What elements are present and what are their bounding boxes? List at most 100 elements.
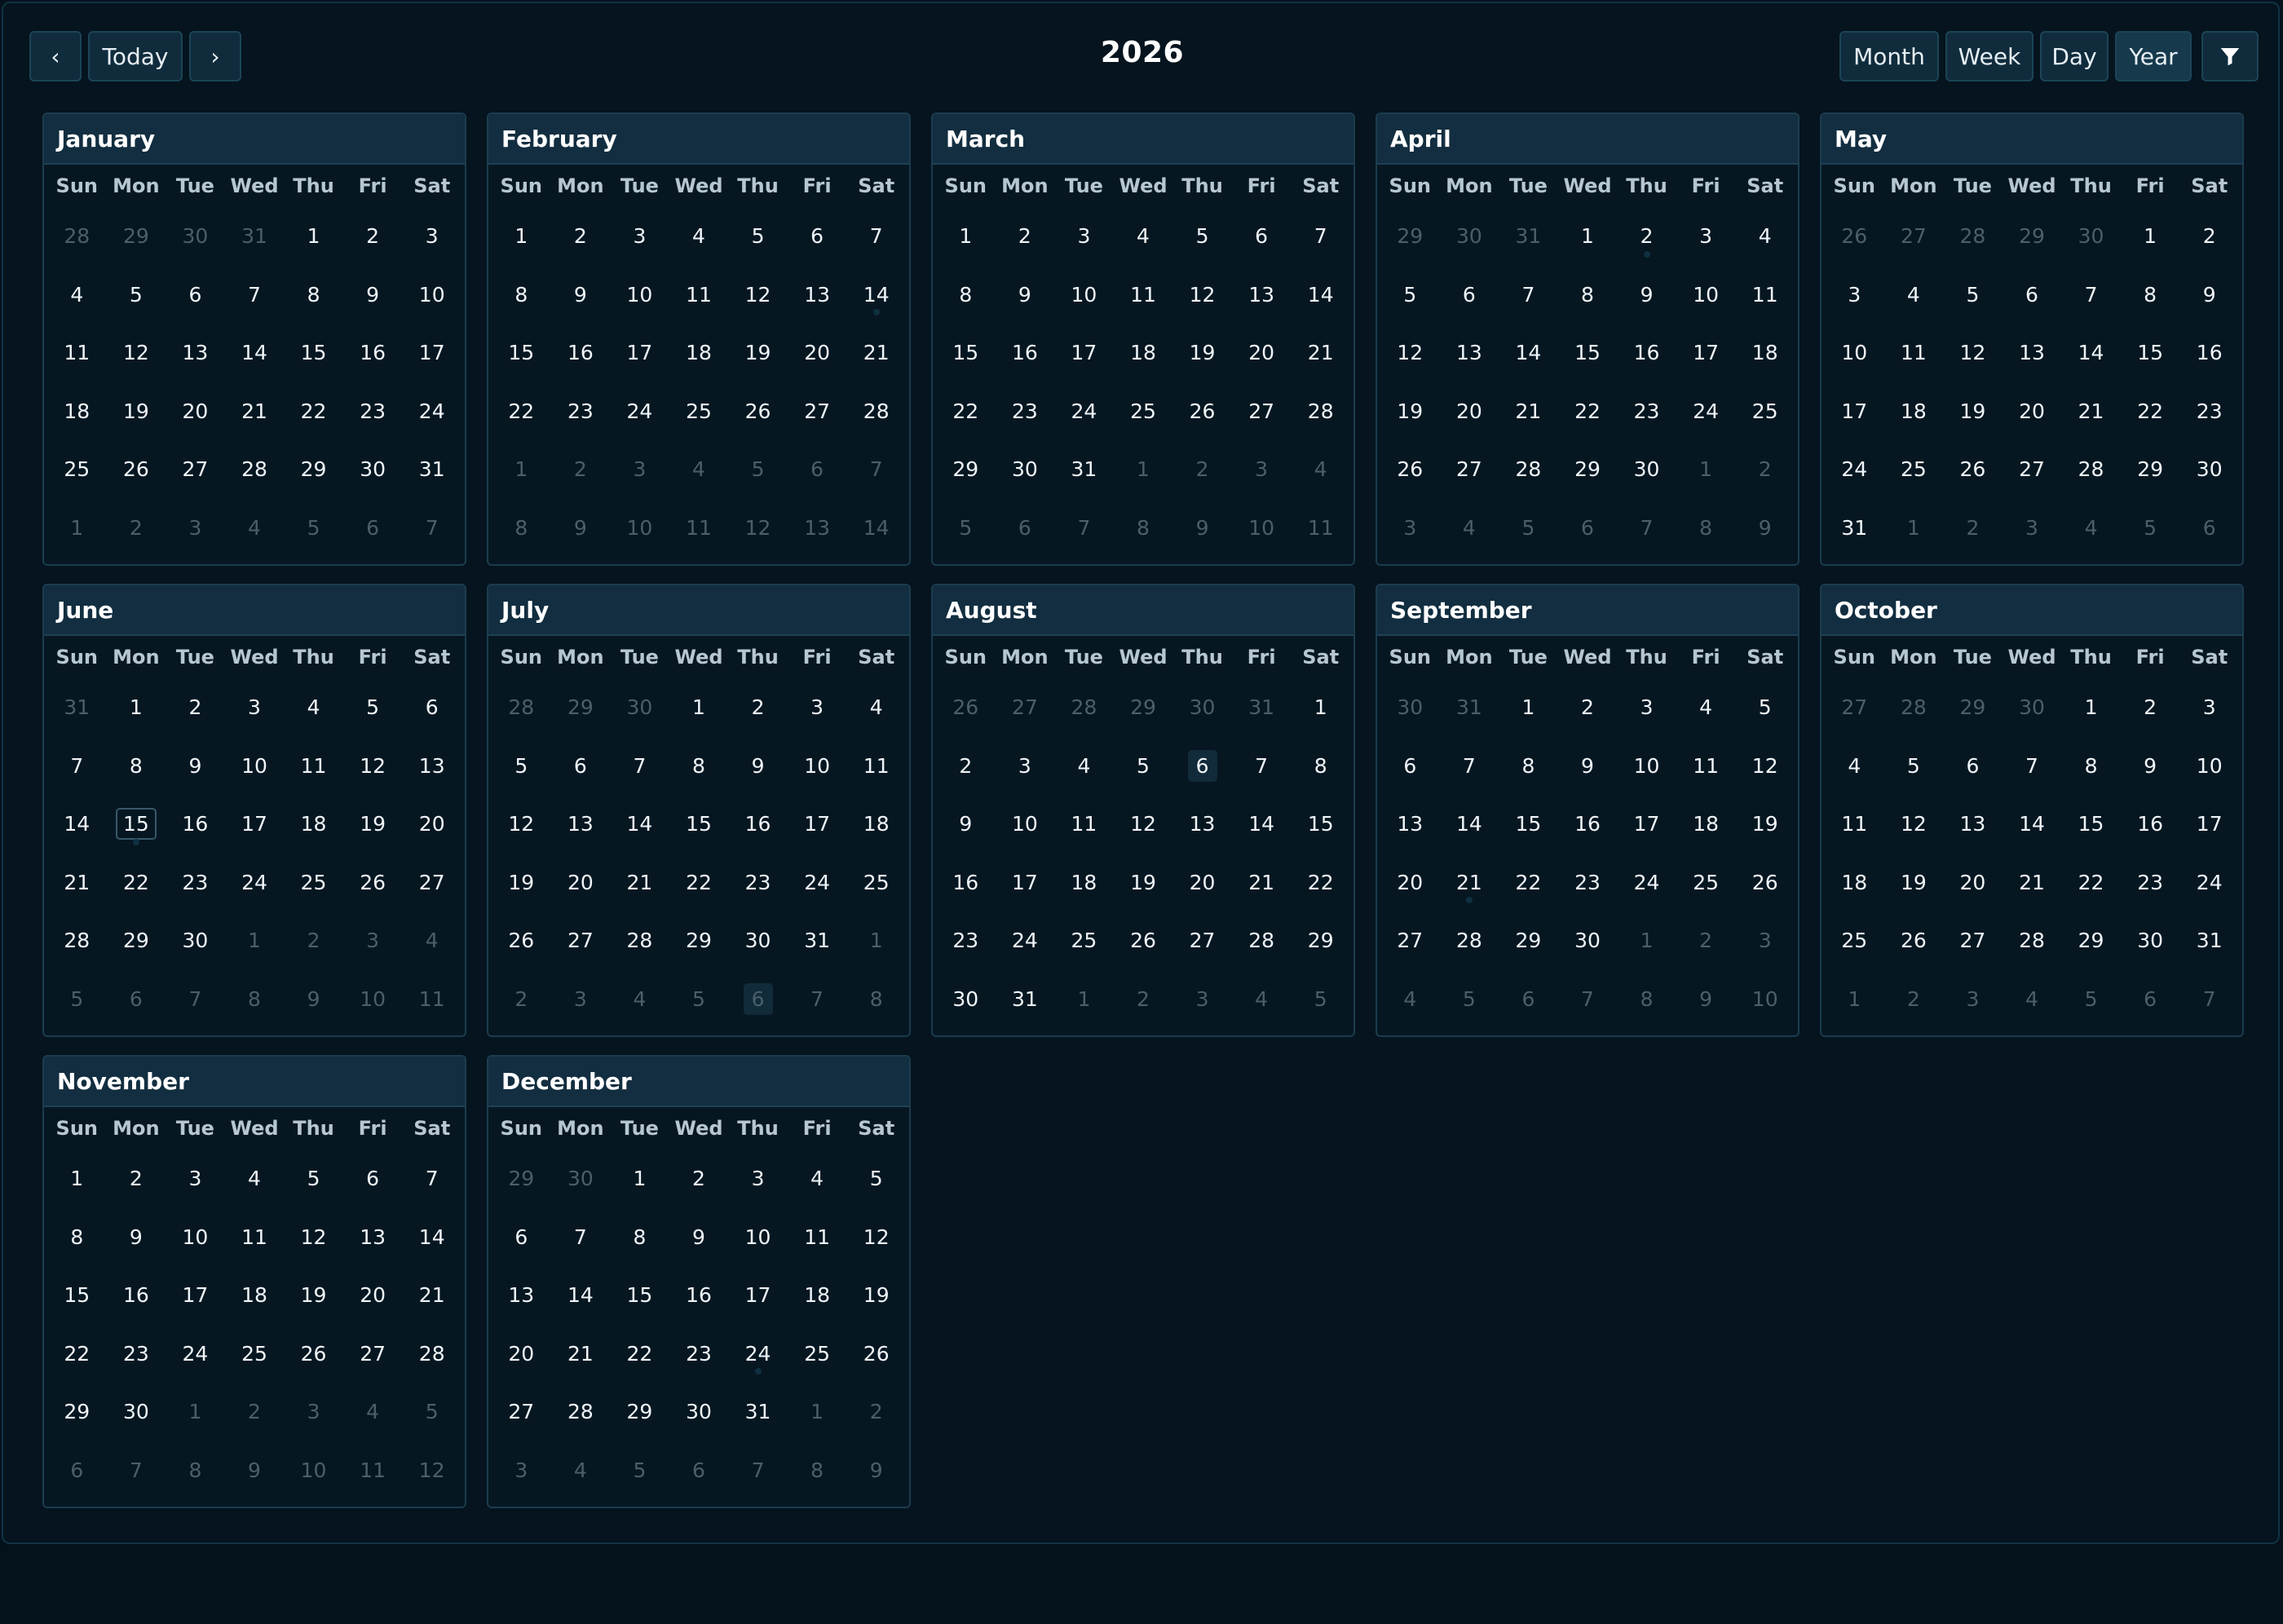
day-cell[interactable]: 2 [1617, 207, 1676, 266]
day-cell[interactable]: 18 [1676, 795, 1736, 854]
day-cell[interactable]: 29 [107, 911, 166, 970]
day-cell[interactable]: 14 [402, 1208, 461, 1267]
day-cell[interactable]: 27 [1825, 678, 1884, 737]
day-cell[interactable]: 7 [166, 970, 225, 1029]
day-cell[interactable]: 1 [788, 1383, 847, 1441]
day-cell[interactable]: 25 [669, 382, 729, 441]
day-cell[interactable]: 29 [1291, 911, 1350, 970]
day-cell[interactable]: 18 [669, 324, 729, 382]
day-cell[interactable]: 2 [936, 737, 996, 796]
day-cell[interactable]: 2 [107, 499, 166, 558]
day-cell[interactable]: 24 [1676, 382, 1736, 441]
day-cell[interactable]: 1 [669, 678, 729, 737]
day-cell[interactable]: 4 [669, 207, 729, 266]
day-cell[interactable]: 26 [107, 440, 166, 499]
day-cell[interactable]: 28 [1884, 678, 1944, 737]
day-cell[interactable]: 5 [1884, 737, 1944, 796]
day-cell[interactable]: 6 [669, 1441, 729, 1500]
day-cell[interactable]: 8 [669, 737, 729, 796]
day-cell[interactable]: 12 [284, 1208, 343, 1267]
day-cell[interactable]: 31 [1825, 499, 1884, 558]
day-cell[interactable]: 3 [2179, 678, 2239, 737]
day-cell[interactable]: 23 [166, 854, 225, 912]
day-cell[interactable]: 3 [1232, 440, 1292, 499]
day-cell[interactable]: 4 [1291, 440, 1350, 499]
day-cell[interactable]: 25 [284, 854, 343, 912]
day-cell[interactable]: 8 [846, 970, 906, 1029]
day-cell[interactable]: 17 [402, 324, 461, 382]
day-cell[interactable]: 23 [107, 1325, 166, 1383]
day-cell[interactable]: 28 [610, 911, 669, 970]
day-cell[interactable]: 30 [166, 207, 225, 266]
day-cell[interactable]: 2 [2121, 678, 2180, 737]
day-cell[interactable]: 5 [1943, 266, 2003, 324]
day-cell[interactable]: 4 [846, 678, 906, 737]
view-week-button[interactable]: Week [1945, 31, 2034, 82]
day-cell[interactable]: 28 [1232, 911, 1292, 970]
day-cell[interactable]: 6 [2121, 970, 2180, 1029]
day-cell[interactable]: 8 [107, 737, 166, 796]
day-cell[interactable]: 9 [669, 1208, 729, 1267]
day-cell[interactable]: 9 [225, 1441, 285, 1500]
day-cell[interactable]: 4 [1054, 737, 1114, 796]
day-cell[interactable]: 1 [47, 1150, 107, 1208]
day-cell[interactable]: 8 [1617, 970, 1676, 1029]
day-cell[interactable]: 5 [343, 678, 403, 737]
day-cell[interactable]: 21 [1499, 382, 1558, 441]
day-cell[interactable]: 8 [936, 266, 996, 324]
day-cell[interactable]: 16 [996, 324, 1055, 382]
day-cell[interactable]: 17 [1617, 795, 1676, 854]
day-cell[interactable]: 13 [1232, 266, 1292, 324]
day-cell[interactable]: 11 [846, 737, 906, 796]
day-cell[interactable]: 1 [2061, 678, 2121, 737]
day-cell[interactable]: 7 [1440, 737, 1499, 796]
day-cell[interactable]: 7 [610, 737, 669, 796]
day-cell[interactable]: 1 [610, 1150, 669, 1208]
day-cell[interactable]: 4 [225, 1150, 285, 1208]
day-cell[interactable]: 13 [788, 499, 847, 558]
month-title[interactable]: June [44, 585, 465, 636]
day-cell[interactable]: 3 [166, 1150, 225, 1208]
day-cell[interactable]: 21 [225, 382, 285, 441]
day-cell[interactable]: 14 [2061, 324, 2121, 382]
day-cell[interactable]: 9 [551, 266, 611, 324]
day-cell[interactable]: 7 [2061, 266, 2121, 324]
day-cell[interactable]: 21 [551, 1325, 611, 1383]
day-cell[interactable]: 30 [996, 440, 1055, 499]
day-cell[interactable]: 26 [1735, 854, 1795, 912]
month-title[interactable]: July [488, 585, 909, 636]
day-cell[interactable]: 7 [1054, 499, 1114, 558]
day-cell[interactable]: 4 [610, 970, 669, 1029]
day-cell[interactable]: 31 [728, 1383, 788, 1441]
day-cell[interactable]: 18 [1054, 854, 1114, 912]
day-cell[interactable]: 25 [1054, 911, 1114, 970]
day-cell[interactable]: 24 [1054, 382, 1114, 441]
day-cell[interactable]: 31 [996, 970, 1055, 1029]
day-cell[interactable]: 17 [1054, 324, 1114, 382]
day-cell[interactable]: 28 [1054, 678, 1114, 737]
day-cell[interactable]: 9 [1617, 266, 1676, 324]
day-cell[interactable]: 3 [728, 1150, 788, 1208]
day-cell[interactable]: 13 [788, 266, 847, 324]
day-cell[interactable]: 23 [2121, 854, 2180, 912]
day-cell[interactable]: 5 [669, 970, 729, 1029]
day-cell[interactable]: 20 [1172, 854, 1232, 912]
day-cell[interactable]: 6 [551, 737, 611, 796]
day-cell[interactable]: 31 [1440, 678, 1499, 737]
day-cell[interactable]: 30 [166, 911, 225, 970]
day-cell[interactable]: 3 [1380, 499, 1440, 558]
day-cell[interactable]: 23 [1558, 854, 1618, 912]
day-cell[interactable]: 9 [1676, 970, 1736, 1029]
day-cell[interactable]: 9 [107, 1208, 166, 1267]
day-cell[interactable]: 29 [1499, 911, 1558, 970]
day-cell[interactable]: 5 [728, 207, 788, 266]
day-cell[interactable]: 30 [1558, 911, 1618, 970]
day-cell[interactable]: 7 [1499, 266, 1558, 324]
day-cell[interactable]: 25 [788, 1325, 847, 1383]
day-cell[interactable]: 17 [788, 795, 847, 854]
day-cell[interactable]: 13 [492, 1266, 551, 1325]
day-cell[interactable]: 10 [610, 266, 669, 324]
day-cell[interactable]: 14 [1291, 266, 1350, 324]
day-cell[interactable]: 22 [1499, 854, 1558, 912]
day-cell[interactable]: 22 [936, 382, 996, 441]
